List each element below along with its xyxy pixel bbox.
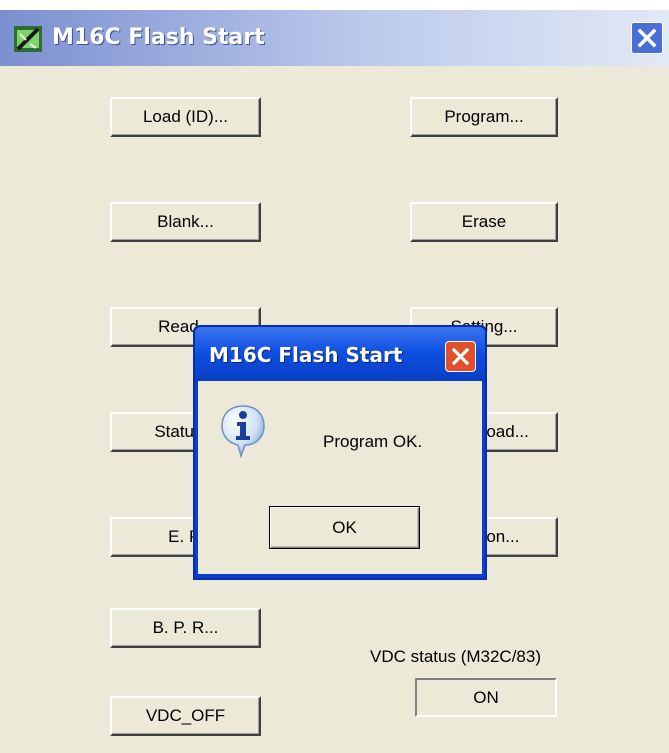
ok-button[interactable]: OK	[269, 506, 420, 549]
dialog-body: Program OK. OK	[198, 381, 482, 574]
info-icon	[221, 405, 265, 458]
erase-button[interactable]: Erase	[410, 202, 558, 242]
dialog-title: M16C Flash Start	[209, 343, 403, 367]
vdc-status-value: ON	[415, 678, 557, 717]
bpr-button[interactable]: B. P. R...	[110, 608, 261, 648]
dialog-titlebar[interactable]: M16C Flash Start	[195, 327, 485, 381]
message-dialog: M16C Flash Start Program OK. OK	[193, 325, 487, 580]
vdc-off-button[interactable]: VDC_OFF	[110, 696, 261, 736]
close-icon	[637, 28, 657, 48]
blank-button[interactable]: Blank...	[110, 202, 261, 242]
close-icon	[451, 347, 470, 366]
close-button[interactable]	[631, 22, 663, 54]
main-titlebar[interactable]: M16C Flash Start	[0, 10, 669, 66]
vdc-status-label: VDC status (M32C/83)	[370, 647, 541, 666]
dialog-message: Program OK.	[323, 432, 423, 451]
load-id-button[interactable]: Load (ID)...	[110, 97, 261, 137]
dialog-close-button[interactable]	[445, 341, 476, 372]
program-button[interactable]: Program...	[410, 97, 558, 137]
window-title: M16C Flash Start	[52, 25, 265, 50]
app-icon	[14, 26, 42, 52]
